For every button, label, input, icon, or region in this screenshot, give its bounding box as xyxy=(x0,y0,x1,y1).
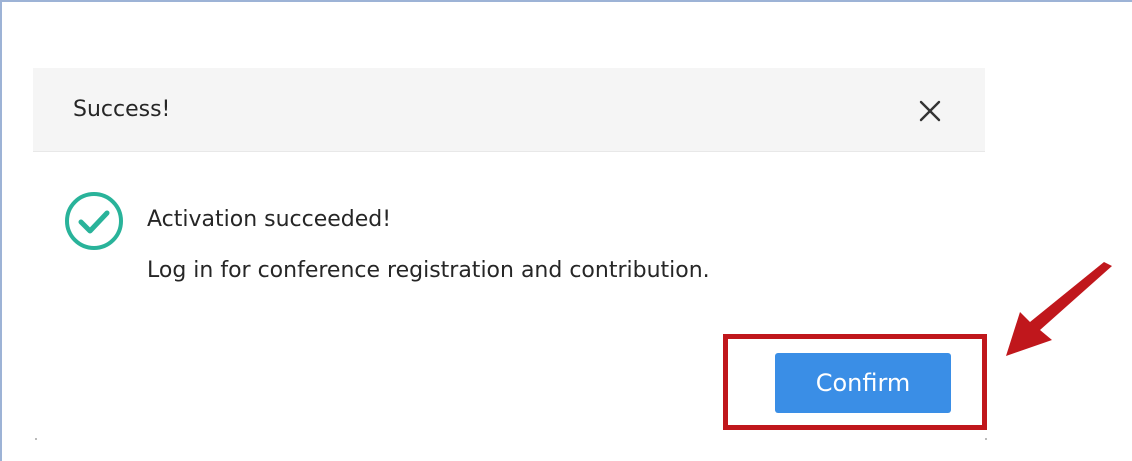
close-button[interactable] xyxy=(917,98,943,124)
annotation-highlight-box xyxy=(723,334,987,430)
arrow-icon xyxy=(1006,262,1112,356)
screenshot-canvas: Success! Activation succeeded! Log in fo… xyxy=(0,0,1132,461)
dialog-title: Success! xyxy=(73,97,171,122)
frame-border-top xyxy=(0,0,1132,2)
message-title: Activation succeeded! xyxy=(147,207,392,232)
frame-border-left xyxy=(0,0,2,461)
message-body: Log in for conference registration and c… xyxy=(147,258,710,283)
corner-mark-right xyxy=(985,438,987,440)
close-icon xyxy=(919,100,941,122)
check-circle-icon xyxy=(65,192,123,250)
dialog-header: Success! xyxy=(33,68,985,152)
corner-mark-left xyxy=(35,438,37,440)
